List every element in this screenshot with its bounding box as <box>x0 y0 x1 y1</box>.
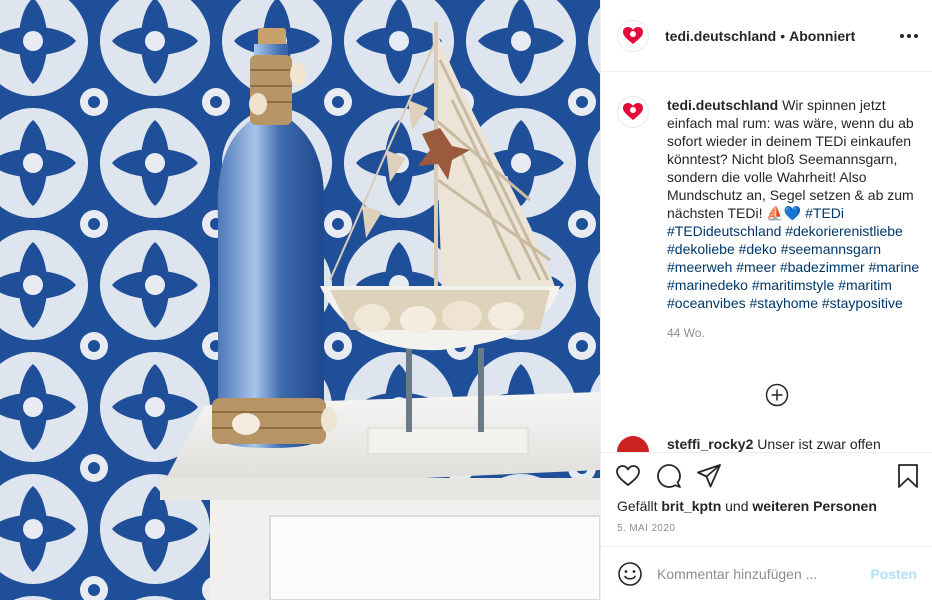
hashtag-link[interactable]: #TEDideutschland <box>667 223 781 239</box>
comments-section: tedi.deutschland Wir spinnen jetzt einfa… <box>601 72 932 452</box>
comment-icon <box>657 464 681 488</box>
more-horizontal-icon[interactable] <box>897 26 921 46</box>
hashtag-link[interactable]: #badezimmer <box>780 259 865 275</box>
likes-middle: und <box>725 498 749 514</box>
likes-others-link[interactable]: weiteren Personen <box>752 498 877 514</box>
hashtag-link[interactable]: #maritim <box>838 277 892 293</box>
likes-summary: Gefällt brit_kptn und weiteren Personen <box>617 498 877 514</box>
post-image <box>0 0 600 600</box>
comment-composer: Posten <box>601 546 932 600</box>
caption-username[interactable]: tedi.deutschland <box>667 97 778 113</box>
instagram-post-modal: tedi.deutschland • Abonniert tedi.deutsc… <box>0 0 932 600</box>
caption-message: Wir spinnen jetzt einfach mal rum: was w… <box>667 97 914 221</box>
hashtag-link[interactable]: #dekorierenistliebe <box>785 223 903 239</box>
avatar[interactable] <box>617 19 649 52</box>
comment-username[interactable]: steffi_rocky2 <box>667 436 753 452</box>
caption-body: tedi.deutschland Wir spinnen jetzt einfa… <box>667 96 923 340</box>
post-comment-button[interactable]: Posten <box>870 566 917 582</box>
post-author-username[interactable]: tedi.deutschland <box>665 28 776 44</box>
caption-text: tedi.deutschland Wir spinnen jetzt einfa… <box>667 96 923 312</box>
hashtag-link[interactable]: #deko <box>739 241 777 257</box>
save-button[interactable] <box>895 463 921 489</box>
hashtag-link[interactable]: #marine <box>869 259 920 275</box>
post-header: tedi.deutschland • Abonniert <box>601 0 932 72</box>
post-caption: tedi.deutschland Wir spinnen jetzt einfa… <box>617 96 919 340</box>
post-side-panel: tedi.deutschland • Abonniert tedi.deutsc… <box>600 0 932 600</box>
liked-by-username[interactable]: brit_kptn <box>661 498 721 514</box>
follow-status-button[interactable]: Abonniert <box>789 28 855 44</box>
comment-text: steffi_rocky2 Unser ist zwar offen <box>667 436 881 452</box>
hashtag-link[interactable]: #stayhome <box>750 295 818 311</box>
comment-input[interactable] <box>657 563 871 584</box>
send-icon <box>697 464 721 488</box>
comment-item: steffi_rocky2 Unser ist zwar offen <box>617 436 917 452</box>
plus-circle-icon <box>765 383 789 407</box>
heart-icon <box>616 465 640 486</box>
like-button[interactable] <box>615 463 641 489</box>
likes-prefix: Gefällt <box>617 498 658 514</box>
hashtag-link[interactable]: #marinedeko <box>667 277 748 293</box>
separator-dot: • <box>780 27 786 44</box>
comment-message: Unser ist zwar offen <box>757 436 881 452</box>
bookmark-icon <box>898 464 918 488</box>
post-actions: Gefällt brit_kptn und weiteren Personen … <box>601 452 932 546</box>
hashtag-link[interactable]: #staypositive <box>822 295 903 311</box>
post-date[interactable]: 5. MAI 2020 <box>617 523 675 534</box>
caption-avatar[interactable] <box>617 96 649 128</box>
hashtag-link[interactable]: #meer <box>736 259 776 275</box>
caption-age[interactable]: 44 Wo. <box>667 326 923 340</box>
hashtag-link[interactable]: #oceanvibes <box>667 295 746 311</box>
hashtag-link[interactable]: #seemannsgarn <box>781 241 881 257</box>
avatar[interactable] <box>617 436 649 452</box>
hashtag-link[interactable]: #TEDi <box>805 205 844 221</box>
hashtag-link[interactable]: #maritimstyle <box>752 277 834 293</box>
post-photo-illustration <box>0 0 600 600</box>
load-more-comments-button[interactable] <box>765 383 789 407</box>
hashtag-link[interactable]: #dekoliebe <box>667 241 735 257</box>
heart-logo-icon <box>623 26 643 44</box>
heart-logo-icon <box>623 103 643 120</box>
share-button[interactable] <box>696 463 722 489</box>
hashtag-link[interactable]: #meerweh <box>667 259 732 275</box>
smiley-icon[interactable] <box>617 561 643 587</box>
comment-button[interactable] <box>656 463 682 489</box>
